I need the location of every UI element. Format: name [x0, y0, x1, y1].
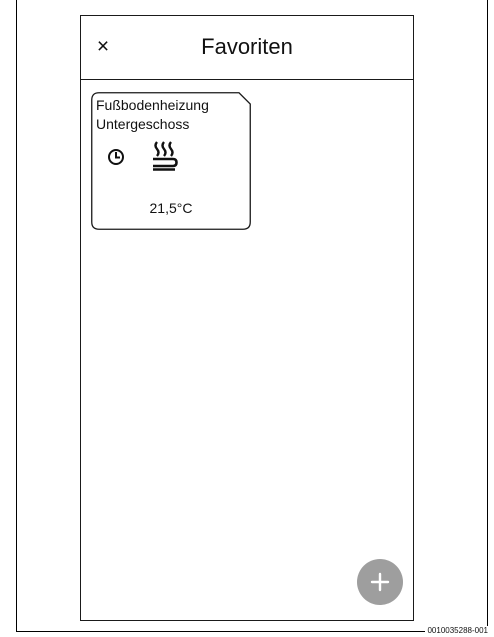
favorite-card[interactable]: Fußbodenheizung Untergeschoss 21,5°C	[91, 92, 251, 230]
add-favorite-button[interactable]	[357, 559, 403, 605]
timer-icon	[108, 149, 124, 165]
page-title: Favoriten	[201, 34, 293, 59]
favorites-screen: × Favoriten Fußbodenheizung Untergeschos…	[80, 15, 414, 621]
plus-icon	[370, 572, 390, 592]
figure-id: 0010035288-001	[425, 626, 488, 636]
card-title-line2: Untergeschoss	[96, 116, 190, 132]
card-temperature: 21,5°C	[149, 200, 193, 216]
card-title: Fußbodenheizung Untergeschoss	[96, 96, 209, 134]
floor-heating-icon	[153, 141, 178, 171]
card-title-line1: Fußbodenheizung	[96, 97, 209, 113]
app-header: × Favoriten	[81, 16, 413, 80]
